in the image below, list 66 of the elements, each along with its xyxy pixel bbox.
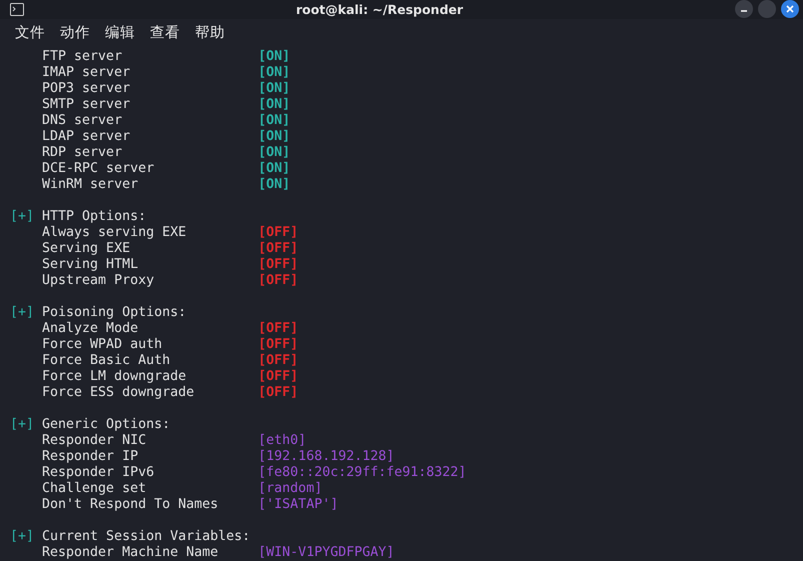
- terminal-icon: [10, 2, 24, 16]
- section-marker: [+]: [10, 209, 36, 225]
- option-value: [ON]: [258, 161, 292, 177]
- section-heading: Current Session Variables:: [42, 529, 252, 545]
- option-value: [ON]: [258, 49, 292, 65]
- menu-item[interactable]: 编辑: [105, 23, 135, 42]
- option-label: Don't Respond To Names: [42, 497, 220, 513]
- option-label: DNS server: [42, 113, 124, 129]
- option-value: [random]: [258, 481, 324, 497]
- close-button[interactable]: [781, 0, 799, 18]
- option-value: [WIN-V1PYGDFPGAY]: [258, 545, 396, 561]
- option-label: WinRM server: [42, 177, 140, 193]
- option-value: [eth0]: [258, 433, 308, 449]
- menu-item[interactable]: 帮助: [195, 23, 225, 42]
- section-heading: Poisoning Options:: [42, 305, 188, 321]
- menu-item[interactable]: 动作: [60, 23, 90, 42]
- option-label: Always serving EXE: [42, 225, 188, 241]
- option-value: [fe80::20c:29ff:fe91:8322]: [258, 465, 468, 481]
- option-value: [ON]: [258, 65, 292, 81]
- option-label: Upstream Proxy: [42, 273, 156, 289]
- option-label: IMAP server: [42, 65, 132, 81]
- option-label: Force LM downgrade: [42, 369, 188, 385]
- section-heading: Generic Options:: [42, 417, 172, 433]
- option-value: [OFF]: [258, 337, 300, 353]
- option-label: Serving EXE: [42, 241, 132, 257]
- option-value: [OFF]: [258, 353, 300, 369]
- option-value: [OFF]: [258, 273, 300, 289]
- option-label: RDP server: [42, 145, 124, 161]
- option-label: Analyze Mode: [42, 321, 140, 337]
- section-marker: [+]: [10, 529, 36, 545]
- option-label: Responder Machine Name: [42, 545, 220, 561]
- option-label: POP3 server: [42, 81, 132, 97]
- option-value: [OFF]: [258, 385, 300, 401]
- option-label: Force ESS downgrade: [42, 385, 196, 401]
- window-title: root@kali: ~/Responder: [296, 2, 464, 17]
- option-value: [OFF]: [258, 241, 300, 257]
- option-label: Force WPAD auth: [42, 337, 164, 353]
- option-value: [ON]: [258, 145, 292, 161]
- option-value: [OFF]: [258, 257, 300, 273]
- option-value: [OFF]: [258, 321, 300, 337]
- option-label: SMTP server: [42, 97, 132, 113]
- option-value: [ON]: [258, 129, 292, 145]
- option-value: [ON]: [258, 81, 292, 97]
- option-value: [OFF]: [258, 225, 300, 241]
- option-label: DCE-RPC server: [42, 161, 156, 177]
- menu-item[interactable]: 文件: [15, 23, 45, 42]
- option-value: ['ISATAP']: [258, 497, 340, 513]
- option-label: LDAP server: [42, 129, 132, 145]
- minimize-button[interactable]: [735, 0, 753, 18]
- option-label: Challenge set: [42, 481, 148, 497]
- option-value: [ON]: [258, 97, 292, 113]
- section-heading: HTTP Options:: [42, 209, 148, 225]
- section-marker: [+]: [10, 305, 36, 321]
- option-label: Serving HTML: [42, 257, 140, 273]
- option-value: [192.168.192.128]: [258, 449, 396, 465]
- menu-item[interactable]: 查看: [150, 23, 180, 42]
- option-label: Responder IP: [42, 449, 140, 465]
- option-label: FTP server: [42, 49, 124, 65]
- close-icon: [786, 5, 794, 14]
- section-marker: [+]: [10, 417, 36, 433]
- option-label: Force Basic Auth: [42, 353, 172, 369]
- option-value: [OFF]: [258, 369, 300, 385]
- option-label: Responder IPv6: [42, 465, 156, 481]
- option-value: [ON]: [258, 113, 292, 129]
- option-value: [ON]: [258, 177, 292, 193]
- option-label: Responder NIC: [42, 433, 148, 449]
